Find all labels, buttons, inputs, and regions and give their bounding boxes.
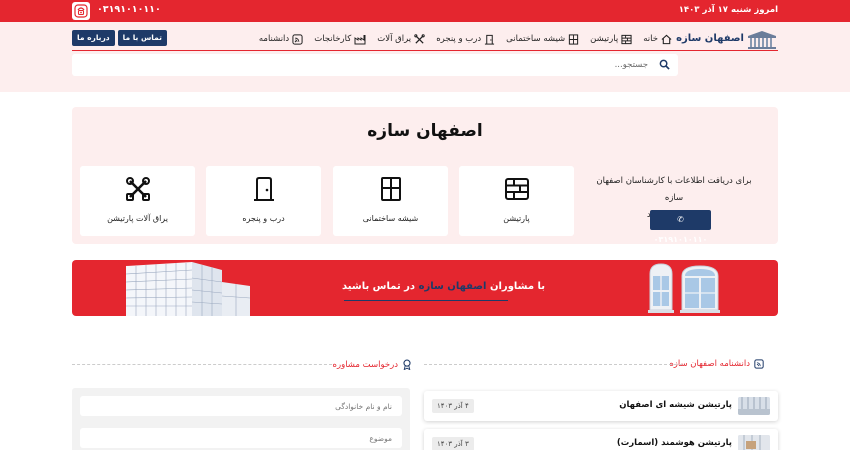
door-icon (253, 177, 274, 201)
search-icon[interactable] (659, 59, 670, 70)
hero-title: اصفهان سازه (367, 121, 483, 141)
consult-section-label: درخواست مشاوره (332, 359, 398, 370)
category-card-doors[interactable]: درب و پنجره (206, 166, 321, 236)
hero-phone-number: ۰۳۱۹۱۰۱۰۱۱۰ (653, 235, 708, 244)
wiki-section-title[interactable]: دانشنامه اصفهان سازه (669, 359, 764, 369)
building-illustration (125, 262, 251, 316)
article-date: ۳ آذر ۱۴۰۳ (432, 437, 474, 450)
wiki-section-divider (424, 364, 682, 365)
nav-item-doors[interactable]: درب و پنجره (436, 34, 495, 45)
nav-item-glass[interactable]: شیشه ساختمانی (506, 33, 579, 45)
main-nav: خانه پارتیشن شیشه ساختمانی درب و پنجره ی… (259, 31, 672, 47)
article-item[interactable]: پارتیشن هوشمند (اسمارت) ۳ آذر ۱۴۰۳ (424, 429, 778, 450)
nav-label: پارتیشن (590, 34, 619, 44)
topbar-phone[interactable]: ۰۳۱۹۱۰۱۰۱۱۰ (97, 4, 161, 15)
rss-icon (754, 359, 764, 369)
phone-icon[interactable] (72, 2, 90, 20)
consult-banner[interactable]: با مشاوران اصفهان سازه در تماس باشید (72, 260, 778, 316)
consult-section-title: درخواست مشاوره (333, 359, 412, 370)
subject-input[interactable] (80, 428, 402, 448)
subject-field (80, 428, 402, 448)
window-icon (380, 177, 401, 201)
banner-text-before: با مشاوران (489, 281, 546, 292)
card-label: درب و پنجره (242, 214, 285, 223)
nav-item-partition[interactable]: پارتیشن (590, 34, 632, 45)
current-date: امروز شنبه ۱۷ آذر ۱۴۰۳ (678, 5, 778, 15)
article-title[interactable]: پارتیشن شیشه ای اصفهان (619, 400, 732, 410)
card-label: شیشه ساختمانی (362, 214, 419, 223)
partition-icon (621, 34, 632, 44)
search-bar (72, 54, 678, 76)
top-bar: امروز شنبه ۱۷ آذر ۱۴۰۳ ۰۳۱۹۱۰۱۰۱۱۰ (0, 0, 850, 22)
award-icon (403, 359, 411, 370)
nav-item-wiki[interactable]: دانشنامه (258, 33, 303, 45)
card-label: پارتیشن (503, 214, 530, 223)
consult-section-divider (72, 364, 332, 365)
article-item[interactable]: پارتیشن شیشه ای اصفهان ۴ آذر ۱۴۰۳ (424, 391, 778, 421)
rss-icon (292, 33, 303, 45)
door-icon (485, 34, 495, 45)
brand-name: اصفهان سازه (676, 33, 744, 44)
name-field (80, 396, 402, 416)
category-card-glass[interactable]: شیشه ساختمانی (333, 166, 448, 236)
hero-phone-button[interactable]: ✆ ۰۳۱۹۱۰۱۰۱۱۰ (650, 210, 711, 244)
article-title[interactable]: پارتیشن هوشمند (اسمارت) (617, 438, 732, 448)
nav-label: درب و پنجره (436, 34, 482, 44)
header-buttons: تماس با ما درباره ما (72, 30, 167, 46)
factory-icon (354, 34, 366, 44)
logo-building-icon (748, 31, 776, 49)
nav-label: دانشنامه (258, 34, 290, 44)
category-card-partition[interactable]: پارتیشن (459, 166, 574, 236)
tools-icon (125, 177, 150, 201)
site-header: اصفهان سازه خانه پارتیشن شیشه ساختمانی د… (0, 22, 850, 92)
nav-label: کارخانجات (314, 34, 352, 44)
banner-text: با مشاوران اصفهان سازه در تماس باشید (342, 281, 545, 292)
phone-icon: ✆ (677, 215, 684, 224)
nav-item-hardware[interactable]: یراق آلات (377, 33, 425, 45)
search-input[interactable] (88, 57, 648, 73)
article-date: ۴ آذر ۱۴۰۳ (432, 399, 474, 413)
article-thumbnail (738, 435, 770, 450)
category-card-hardware[interactable]: یراق آلات پارتیشن (80, 166, 195, 236)
header-divider (72, 50, 778, 51)
nav-item-factories[interactable]: کارخانجات (314, 34, 366, 45)
nav-label: شیشه ساختمانی (506, 34, 566, 44)
tools-icon (414, 33, 425, 44)
banner-underline (344, 300, 508, 301)
nav-item-home[interactable]: خانه (643, 34, 672, 45)
partition-icon (504, 178, 529, 200)
card-label: یراق آلات پارتیشن (107, 214, 168, 223)
windows-illustration (648, 263, 720, 313)
hero-section: اصفهان سازه برای دریافت اطلاعات با کارشن… (72, 107, 778, 244)
contact-button[interactable]: تماس با ما (117, 30, 167, 46)
home-icon (661, 34, 672, 44)
consult-form (72, 388, 410, 450)
name-input[interactable] (80, 396, 402, 416)
nav-label: یراق آلات (377, 34, 412, 44)
nav-label: خانه (643, 34, 658, 44)
about-button[interactable]: درباره ما (72, 30, 115, 46)
banner-text-after: در تماس باشید (342, 281, 416, 292)
window-icon (569, 33, 579, 45)
hero-text-line: برای دریافت اطلاعات با کارشناسان اصفهان … (596, 176, 752, 203)
article-thumbnail (738, 397, 770, 415)
banner-brand: اصفهان سازه (418, 281, 487, 292)
